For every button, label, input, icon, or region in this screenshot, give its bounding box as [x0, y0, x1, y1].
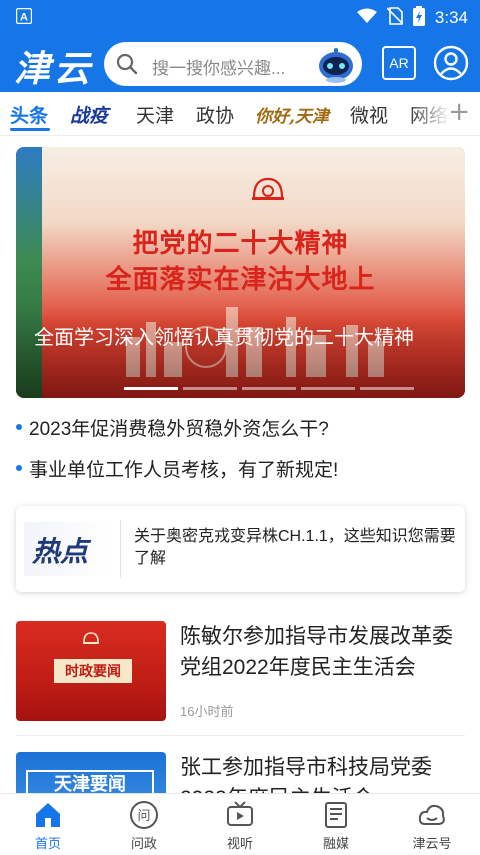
- hot-label: 热点: [32, 535, 89, 568]
- banner-dot[interactable]: [183, 387, 237, 390]
- hot-divider: [120, 520, 121, 578]
- banner-dot[interactable]: [360, 387, 414, 390]
- search-bar[interactable]: 搜一搜你感兴趣...: [104, 42, 362, 86]
- banner-caption: 全面学习深入领悟认真贯彻党的二十大精神: [34, 327, 414, 349]
- tab-weishi[interactable]: 微视: [350, 101, 388, 128]
- tab-zhanyi[interactable]: 战疫: [70, 101, 108, 128]
- bullet-news-item[interactable]: 事业单位工作人员考核，有了新规定!: [16, 455, 338, 482]
- top-header: 津云 搜一搜你感兴趣... AR: [0, 36, 480, 92]
- banner-headline-line1: 把党的二十大精神: [132, 229, 349, 259]
- app-notification-icon: A: [15, 7, 33, 28]
- thumbnail-tag: 时政要闻: [54, 659, 132, 683]
- status-bar: A 3:34: [0, 0, 480, 36]
- nav-media[interactable]: 融媒: [288, 794, 384, 855]
- news-title: 陈敏尔参加指导市发展改革委党组2022年度民主生活会: [180, 625, 453, 679]
- tab-toutiao[interactable]: 头条: [10, 101, 48, 128]
- app-screen: A 3:34 津云 搜一搜你感兴趣... AR 头条 战疫 天津 政协 你好,天…: [0, 0, 480, 855]
- nav-label: 首页: [34, 836, 61, 851]
- bullet-news-item[interactable]: 2023年促消费稳外贸稳外资怎么干?: [16, 414, 329, 441]
- bullet-dot: [16, 423, 22, 430]
- nav-label: 问政: [130, 836, 157, 851]
- hot-topic-card[interactable]: 热点 关于奥密克戎变异株CH.1.1，这些知识您需要了解: [16, 506, 465, 592]
- media-icon: [325, 802, 347, 828]
- news-thumbnail: 时政要闻: [16, 621, 166, 721]
- search-placeholder: 搜一搜你感兴趣...: [152, 59, 286, 78]
- hot-topic-text: 关于奥密克戎变异株CH.1.1，这些知识您需要了解: [134, 528, 456, 567]
- list-divider: [16, 735, 465, 736]
- ar-button[interactable]: AR: [382, 46, 416, 80]
- tab-tianjin[interactable]: 天津: [136, 101, 174, 128]
- bullet-news-title: 2023年促消费稳外贸稳外资怎么干?: [29, 419, 329, 440]
- banner-caption-shade: [16, 308, 465, 398]
- bullet-news-title: 事业单位工作人员考核，有了新规定!: [29, 460, 339, 481]
- headline-banner[interactable]: 把党的二十大精神 全面落实在津沽大地上 全面学习深入领悟认真贯彻党的二十大精神: [16, 147, 465, 398]
- home-icon: [36, 803, 60, 827]
- banner-dot[interactable]: [124, 387, 178, 390]
- party-emblem-icon: [248, 173, 288, 213]
- banner-dot[interactable]: [301, 387, 355, 390]
- status-time: 3:34: [434, 8, 468, 27]
- tv-icon: [227, 801, 253, 826]
- nav-label: 融媒: [322, 836, 349, 851]
- channel-tabs: 头条 战疫 天津 政协 你好,天津 微视 网络 +: [0, 92, 480, 136]
- tab-nihao-tianjin[interactable]: 你好,天津: [255, 102, 329, 127]
- party-emblem-icon: [83, 632, 99, 644]
- active-tab-indicator: [10, 128, 50, 131]
- nav-home[interactable]: 首页: [0, 794, 96, 855]
- ask-icon: 问: [130, 801, 158, 829]
- nav-video[interactable]: 视听: [192, 794, 288, 855]
- nav-label: 津云号: [412, 836, 452, 851]
- bullet-dot: [16, 464, 22, 471]
- no-sim-icon: [386, 7, 404, 29]
- banner-headline-line2: 全面落实在津沽大地上: [105, 265, 376, 295]
- app-badge-text: A: [20, 12, 28, 24]
- nav-jinyunhao[interactable]: 津云号: [384, 794, 480, 855]
- robot-assistant-icon[interactable]: [316, 44, 356, 84]
- battery-charging-icon: [412, 6, 425, 30]
- nav-label: 视听: [226, 836, 253, 851]
- add-channel-button[interactable]: +: [448, 96, 470, 128]
- cloud-icon: [418, 804, 445, 825]
- banner-pagination: [124, 387, 414, 390]
- nav-ask[interactable]: 问 问政: [96, 794, 192, 855]
- news-time: 16小时前: [180, 704, 234, 719]
- banner-dot[interactable]: [242, 387, 296, 390]
- news-list-item[interactable]: 时政要闻 陈敏尔参加指导市发展改革委党组2022年度民主生活会 16小时前: [16, 621, 465, 731]
- svg-text:问: 问: [137, 809, 150, 824]
- tab-zhengxie[interactable]: 政协: [196, 101, 234, 128]
- bottom-navigation: 首页 问 问政 视听 融媒 津云号: [0, 793, 480, 855]
- tab-fade: [410, 92, 450, 135]
- app-logo: 津云: [14, 48, 95, 90]
- wifi-icon: [356, 8, 377, 28]
- user-profile-icon[interactable]: [433, 45, 469, 81]
- search-icon: [116, 53, 138, 79]
